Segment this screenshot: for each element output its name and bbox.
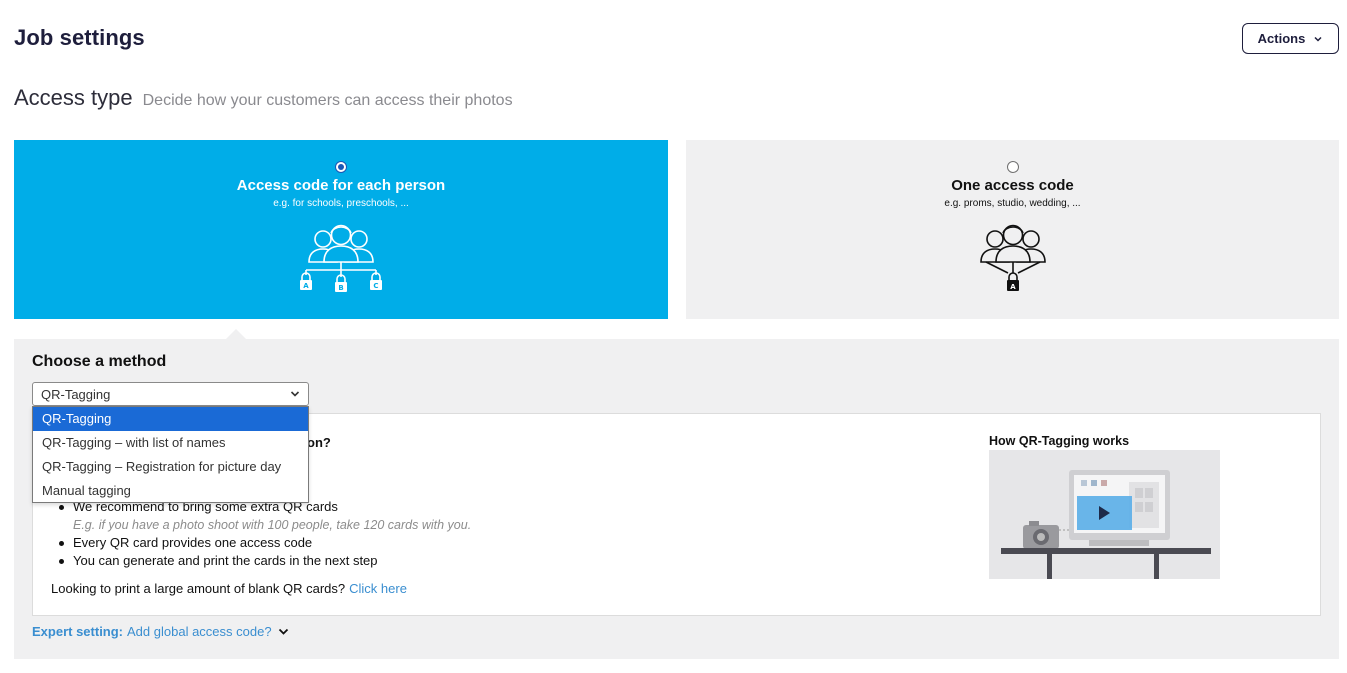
info-list: We recommend to bring some extra QR card… [58, 498, 472, 570]
lock-letter-c: C [373, 282, 378, 290]
access-option-each-person[interactable]: Access code for each person e.g. for sch… [14, 140, 668, 319]
access-option-one-code[interactable]: One access code e.g. proms, studio, wedd… [686, 140, 1339, 319]
method-title: Choose a method [32, 353, 167, 370]
method-select[interactable]: QR-Tagging [32, 382, 309, 406]
list-item: Every QR card provides one access code [58, 534, 471, 552]
access-option-title: One access code [951, 177, 1074, 194]
expert-setting-toggle[interactable]: Expert setting: Add global access code? [32, 624, 289, 639]
access-type-title: Access type [14, 85, 133, 110]
video-title: How QR-Tagging works [989, 434, 1130, 448]
access-option-subtitle: e.g. proms, studio, wedding, ... [944, 198, 1081, 209]
actions-button[interactable]: Actions [1242, 23, 1339, 54]
access-option-title: Access code for each person [236, 177, 446, 194]
chevron-down-icon [278, 628, 288, 635]
lock-letter-a: A [1010, 283, 1016, 291]
radio-each-person[interactable] [335, 161, 347, 173]
dropdown-option-qr-tagging[interactable]: QR-Tagging [33, 407, 308, 431]
radio-one-code[interactable] [1006, 161, 1019, 173]
list-item: You can generate and print the cards in … [58, 552, 471, 570]
video-thumbnail[interactable] [989, 450, 1220, 579]
info-question: on? [307, 435, 331, 450]
dropdown-option-manual[interactable]: Manual tagging [33, 479, 308, 503]
lock-letter-b: B [338, 284, 343, 292]
list-item-hint: E.g. if you have a photo shoot with 100 … [73, 518, 472, 532]
dropdown-option-qr-names[interactable]: QR-Tagging – with list of names [33, 431, 308, 455]
method-select-value: QR-Tagging [41, 386, 111, 402]
dropdown-option-qr-registration[interactable]: QR-Tagging – Registration for picture da… [33, 455, 308, 479]
blank-cards-note: Looking to print a large amount of blank… [51, 581, 407, 596]
lock-letter-a: A [303, 282, 309, 290]
chevron-down-icon [1314, 36, 1322, 42]
group-multi-lock-icon: A B C [300, 224, 382, 292]
expert-link[interactable]: Add global access code? [127, 624, 272, 639]
selection-pointer [226, 329, 246, 339]
actions-label: Actions [1257, 31, 1306, 46]
expert-label: Expert setting: [32, 624, 124, 639]
method-dropdown-list: QR-Tagging QR-Tagging – with list of nam… [32, 406, 309, 503]
access-option-subtitle: e.g. for schools, preschools, ... [273, 198, 409, 209]
blank-cards-text: Looking to print a large amount of blank… [51, 581, 346, 596]
access-type-subtitle: Decide how your customers can access the… [142, 92, 513, 109]
group-single-lock-icon: A [979, 224, 1046, 291]
video-illustration [989, 450, 1220, 579]
blank-cards-link[interactable]: Click here [349, 581, 407, 596]
page-title: Job settings [14, 25, 145, 50]
chevron-down-icon [290, 391, 300, 397]
access-type-header: Access type Decide how your customers ca… [14, 85, 513, 111]
